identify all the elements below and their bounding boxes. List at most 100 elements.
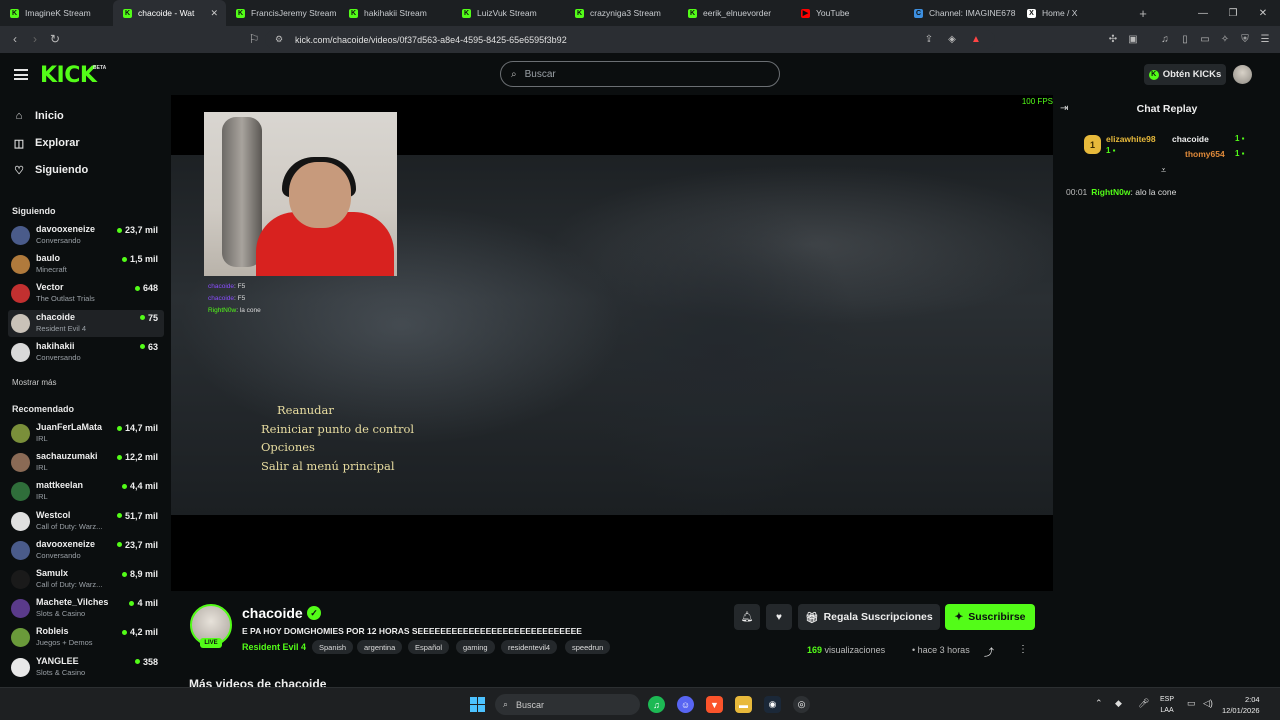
stream-tag[interactable]: Spanish	[312, 640, 354, 654]
stream-tag[interactable]: argentina	[357, 640, 403, 654]
stream-tag[interactable]: gaming	[456, 640, 495, 654]
maximize-icon[interactable]: ❐	[1218, 0, 1248, 26]
browser-tab[interactable]: Kchacoide - Wat ✕	[113, 0, 226, 26]
bookmark-icon[interactable]: ⚐	[246, 31, 262, 47]
steam-icon[interactable]: ◉	[764, 696, 781, 713]
channel-avatar	[11, 540, 30, 560]
browser-tab[interactable]: K LuizVuk Stream	[452, 0, 565, 26]
browser-tab[interactable]: Kcrazyniga3 Stream	[565, 0, 678, 26]
sidebar-nav-explorar[interactable]: ◫ Explorar	[12, 134, 80, 152]
music-icon[interactable]: ♫	[1158, 32, 1172, 46]
channel-name: davooxeneize	[36, 224, 96, 234]
system-clock[interactable]: 2:04 12/01/2026	[1222, 694, 1260, 716]
chat-username[interactable]: RightN0w	[1091, 187, 1130, 197]
volume-icon[interactable]: ◁)	[1203, 698, 1213, 709]
brave-browser-icon[interactable]: ▼	[706, 696, 723, 713]
stream-tag[interactable]: residentevil4	[501, 640, 558, 654]
reload-icon[interactable]: ↻	[47, 31, 63, 47]
file-explorer-icon[interactable]: ▬	[735, 696, 752, 713]
sidebar-channel[interactable]: mattkeelan IRL 4,4 mil	[8, 478, 164, 505]
menu-icon[interactable]: ☰	[1258, 32, 1272, 46]
windows-start-icon[interactable]	[470, 697, 485, 712]
tray-app-icon[interactable]: ◆	[1115, 698, 1122, 709]
tab-favicon-icon: C	[914, 8, 923, 18]
extensions-icon[interactable]: ✣	[1106, 32, 1120, 46]
browser-tab[interactable]: C Channel: IMAGINE678	[904, 0, 1017, 26]
get-kicks-button[interactable]: K Obtén KICKs	[1144, 64, 1226, 85]
overlay-chat-line: chacoide: F5	[208, 283, 245, 290]
sidebar-channel[interactable]: davooxeneize Conversando 23,7 mil	[8, 537, 164, 564]
stream-tag[interactable]: speedrun	[565, 640, 611, 654]
tray-overflow-icon[interactable]: ⌃	[1095, 698, 1103, 709]
close-tab-icon[interactable]: ✕	[210, 8, 218, 19]
wallet-icon[interactable]: ▭	[1198, 32, 1212, 46]
channel-avatar	[11, 628, 30, 648]
screenshot-icon[interactable]: ▣	[1126, 32, 1140, 46]
search-placeholder: Buscar	[524, 68, 556, 80]
sidebar-channel[interactable]: baulo Minecraft 1,5 mil	[8, 251, 164, 278]
sidebar-channel[interactable]: hakihakii Conversando 63	[8, 339, 164, 366]
sidebar-nav-inicio[interactable]: ⌂ Inicio	[12, 107, 64, 125]
overlay-chat-line: chacoide: F5	[208, 295, 245, 302]
browser-tab[interactable]: Keerik_elnuevorder	[678, 0, 791, 26]
microphone-icon[interactable]: 🎤︎	[1138, 698, 1149, 709]
discord-icon[interactable]: ☺	[677, 696, 694, 713]
browser-tab[interactable]: Khakihakii Stream	[339, 0, 452, 26]
channel-name[interactable]: chacoide	[242, 605, 303, 621]
browser-tab[interactable]: X Home / X	[1017, 0, 1130, 26]
rewards-icon[interactable]: ▲	[969, 32, 983, 46]
sidebar-toggle-icon[interactable]: ▯	[1178, 32, 1192, 46]
site-settings-icon[interactable]: ⚙	[275, 34, 283, 45]
hamburger-menu-icon[interactable]	[14, 69, 28, 80]
search-input[interactable]: ⌕ Buscar	[500, 61, 780, 87]
subscribe-button[interactable]: ✦ Suscribirse	[945, 604, 1035, 630]
follow-heart-button[interactable]: ♥	[766, 604, 792, 630]
sidebar-channel[interactable]: JuanFerLaMata IRL 14,7 mil	[8, 420, 164, 447]
notification-bell-button[interactable]: 🔔︎	[734, 604, 760, 630]
more-options-icon[interactable]: ⋮	[1018, 644, 1028, 655]
browser-tab[interactable]: ▶ YouTube	[791, 0, 904, 26]
url-text: kick.com/chacoide/videos/0f37d563-a8e4-4…	[295, 34, 567, 45]
pause-menu-item: Opciones	[261, 440, 315, 454]
share-icon[interactable]: ⤴	[984, 644, 994, 659]
video-player[interactable]: 100 FPS chacoide: F5 chacoide: F5 RightN0w…	[171, 95, 1053, 591]
sidebar-channel[interactable]: Vector The Outlast Trials 648	[8, 280, 164, 307]
close-window-icon[interactable]: ✕	[1248, 0, 1278, 26]
stream-category[interactable]: Resident Evil 4	[242, 642, 306, 652]
vpn-icon[interactable]: ⛨	[1238, 32, 1252, 46]
show-more-link[interactable]: Mostrar más	[12, 378, 56, 387]
share-page-icon[interactable]: ⇪	[922, 32, 936, 46]
sidebar-channel[interactable]: Samulx Call of Duty: Warz... 8,9 mil	[8, 566, 164, 593]
sidebar-nav-siguiendo[interactable]: ♡ Siguiendo	[12, 161, 88, 179]
sidebar-channel[interactable]: YANGLEE Slots & Casino 358	[8, 654, 164, 681]
network-icon[interactable]: ▭	[1187, 698, 1196, 709]
sidebar-channel[interactable]: Robleis Juegos + Demos 4,2 mil	[8, 624, 164, 651]
brave-shield-icon[interactable]: ◈	[945, 32, 959, 46]
minimize-icon[interactable]: —	[1188, 0, 1218, 26]
stream-tag[interactable]: Español	[408, 640, 450, 654]
kick-logo[interactable]: KICK	[40, 63, 97, 88]
browser-tab[interactable]: K ImagineK Stream	[0, 0, 113, 26]
new-tab-button[interactable]: +	[1130, 6, 1156, 21]
gift-subs-button[interactable]: 🎁︎ Regala Suscripciones	[798, 604, 940, 630]
browser-tab[interactable]: K FrancisJeremy Stream	[226, 0, 339, 26]
obs-icon[interactable]: ◎	[793, 696, 810, 713]
forward-icon[interactable]: ›	[27, 31, 43, 47]
spotify-icon[interactable]: ♫	[648, 696, 665, 713]
sidebar-channel[interactable]: davooxeneize Conversando 23,7 mil	[8, 222, 164, 249]
stream-info: LIVE chacoide ✓ E PA HOY DOMGHOMIES POR …	[171, 591, 1053, 691]
back-icon[interactable]: ‹	[7, 31, 23, 47]
taskbar-search[interactable]: ⌕ Buscar	[495, 694, 640, 715]
leo-icon[interactable]: ✧	[1218, 32, 1232, 46]
sidebar-channel[interactable]: Westcol Call of Duty: Warz... 51,7 mil	[8, 508, 164, 535]
channel-name: chacoide	[36, 311, 76, 322]
channel-category: Minecraft	[36, 265, 67, 275]
sidebar-channel[interactable]: chacoide Resident Evil 4 75	[8, 309, 164, 337]
sidebar-channel[interactable]: sachauzumaki IRL 12,2 mil	[8, 449, 164, 476]
language-indicator[interactable]: ESP LAA	[1160, 694, 1174, 716]
address-bar[interactable]: ⚙ kick.com/chacoide/videos/0f37d563-a8e4…	[265, 30, 995, 49]
user-avatar[interactable]	[1233, 65, 1252, 84]
sidebar-channel[interactable]: Machete_Vilches Slots & Casino 4 mil	[8, 595, 164, 622]
expand-leaderboard-icon[interactable]: ⩡	[1161, 165, 1166, 176]
channel-avatar	[11, 453, 30, 473]
